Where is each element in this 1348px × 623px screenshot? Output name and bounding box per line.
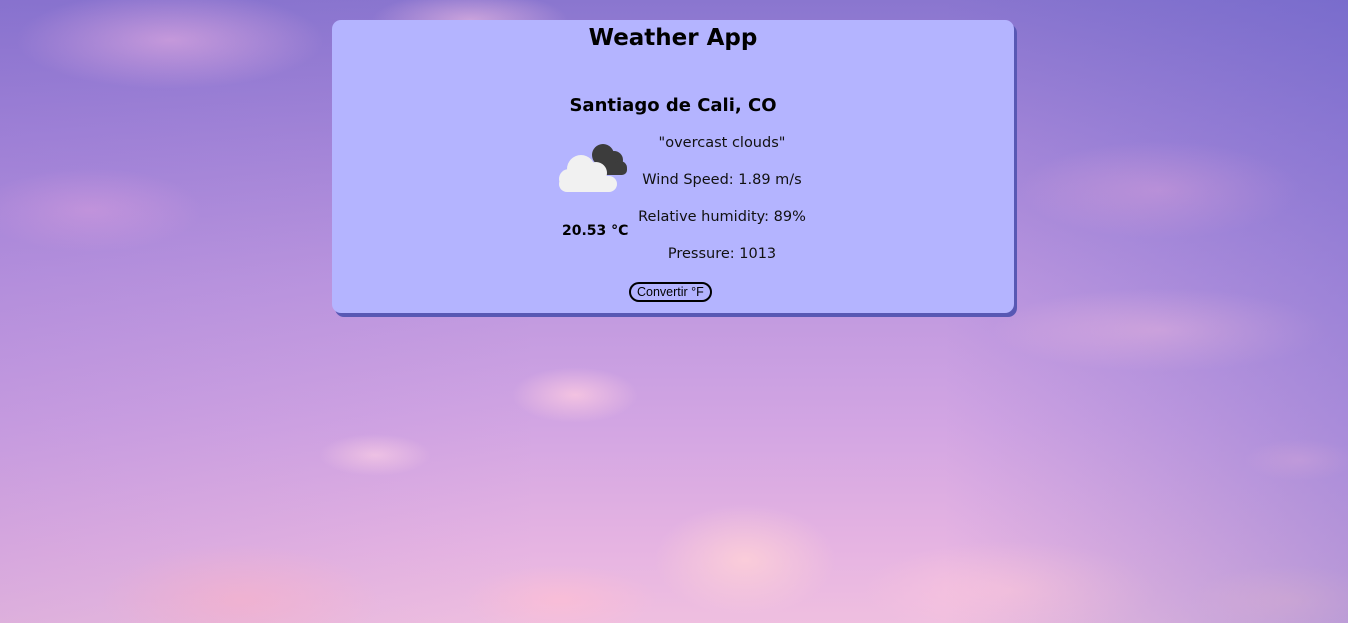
app-title: Weather App <box>588 25 758 51</box>
pressure: Pressure: 1013 <box>667 246 777 262</box>
wind-speed: Wind Speed: 1.89 m/s <box>642 172 802 188</box>
weather-card: Weather App Santiago de Cali, CO 20.53 °… <box>332 20 1014 313</box>
convert-unit-button[interactable]: Convertir °F <box>629 282 712 302</box>
temperature-value: 20.53 °C <box>562 223 629 239</box>
relative-humidity: Relative humidity: 89% <box>638 209 806 225</box>
city-name: Santiago de Cali, CO <box>569 95 777 116</box>
weather-description: "overcast clouds" <box>658 135 786 151</box>
